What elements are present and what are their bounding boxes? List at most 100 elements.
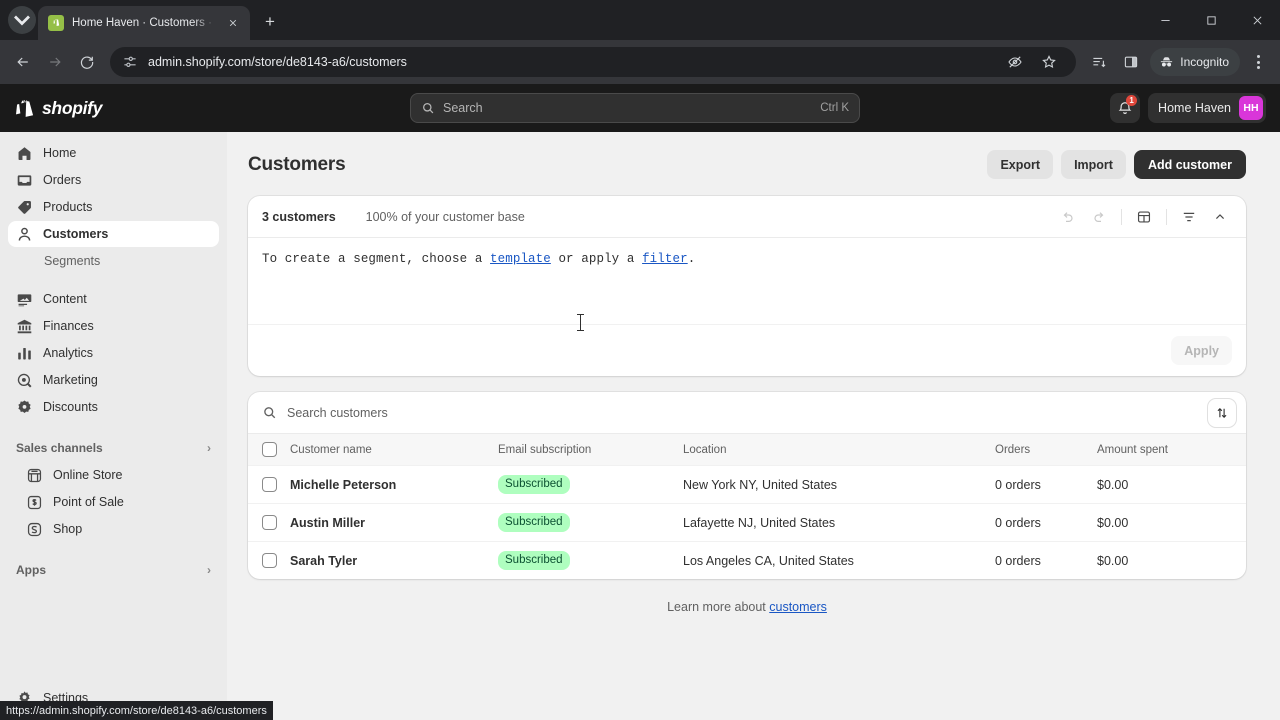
cell-location: New York NY, United States — [683, 465, 995, 504]
sidebar-item-label: Content — [43, 292, 87, 306]
shopify-topbar: shopify Search Ctrl K 1 Home Haven HH — [0, 84, 1280, 132]
chevron-right-icon[interactable]: › — [207, 563, 211, 577]
template-link[interactable]: template — [490, 252, 551, 266]
filter-icon[interactable] — [1175, 203, 1203, 231]
content-image-icon — [16, 291, 33, 308]
new-tab-button[interactable]: + — [256, 8, 284, 36]
notification-badge: 1 — [1126, 95, 1138, 106]
close-icon[interactable] — [224, 14, 242, 32]
sidebar-item-discounts[interactable]: Discounts — [8, 394, 219, 420]
row-checkbox[interactable] — [262, 515, 277, 530]
segment-editor-card: 3 customers 100% of your customer base T… — [248, 196, 1246, 376]
status-badge: Subscribed — [498, 513, 570, 532]
sidebar-section-label: Apps — [16, 563, 46, 577]
cell-orders: 0 orders — [995, 503, 1097, 542]
learn-more-text: Learn more about customers — [248, 600, 1246, 614]
table-row[interactable]: Sarah Tyler Subscribed Los Angeles CA, U… — [248, 541, 1246, 579]
cell-orders: 0 orders — [995, 541, 1097, 579]
cell-customer-name[interactable]: Michelle Peterson — [290, 465, 498, 504]
select-all-cell — [248, 434, 290, 466]
segment-query-editor[interactable]: To create a segment, choose a template o… — [248, 238, 1246, 331]
cell-customer-name[interactable]: Sarah Tyler — [290, 541, 498, 579]
notifications-button[interactable]: 1 — [1110, 93, 1141, 123]
sidebar-item-label: Customers — [43, 227, 109, 241]
sidebar-section-apps[interactable]: Apps › — [8, 556, 219, 584]
filter-link[interactable]: filter — [642, 252, 688, 266]
star-icon[interactable] — [1034, 47, 1064, 77]
row-select-cell — [248, 465, 290, 504]
minimize-icon[interactable] — [1142, 3, 1188, 37]
column-customer-name[interactable]: Customer name — [290, 434, 498, 466]
sidebar-item-marketing[interactable]: Marketing — [8, 367, 219, 393]
sidebar-item-shop[interactable]: Shop — [8, 516, 219, 542]
chevron-right-icon[interactable]: › — [207, 441, 211, 455]
sidebar-item-content[interactable]: Content — [8, 286, 219, 312]
sidebar-subitem-label: Segments — [44, 253, 101, 268]
learn-more-prefix: Learn more about — [667, 600, 770, 614]
eye-slash-icon[interactable] — [1000, 47, 1030, 77]
add-customer-button[interactable]: Add customer — [1133, 150, 1246, 179]
browser-tab[interactable]: Home Haven · Customers · Sho — [38, 6, 250, 40]
page-actions: Export Import Add customer — [987, 150, 1246, 179]
row-checkbox[interactable] — [262, 477, 277, 492]
tab-search-chevron-icon[interactable] — [8, 6, 36, 34]
incognito-spy-icon — [1161, 56, 1173, 66]
table-row[interactable]: Austin Miller Subscribed Lafayette NJ, U… — [248, 503, 1246, 542]
side-panel-icon[interactable] — [1116, 47, 1146, 77]
sidebar-item-point-of-sale[interactable]: Point of Sale — [8, 489, 219, 515]
sidebar-section-sales-channels[interactable]: Sales channels › — [8, 434, 219, 462]
sort-button[interactable] — [1208, 398, 1236, 427]
cell-customer-name[interactable]: Austin Miller — [290, 503, 498, 542]
chevron-up-icon[interactable] — [1206, 203, 1234, 231]
page-title: Customers — [248, 153, 346, 175]
kebab-menu-icon[interactable] — [1244, 48, 1272, 76]
tab-title: Home Haven · Customers · Sho — [72, 17, 216, 29]
row-checkbox[interactable] — [262, 553, 277, 568]
discount-badge-icon — [16, 399, 33, 416]
store-menu-button[interactable]: Home Haven HH — [1148, 93, 1266, 123]
query-suffix: . — [687, 252, 696, 266]
incognito-indicator[interactable]: Incognito — [1150, 48, 1240, 76]
search-customers-input[interactable]: Search customers — [287, 406, 1198, 420]
redo-icon[interactable] — [1085, 203, 1113, 231]
sidebar-item-orders[interactable]: Orders — [8, 167, 219, 193]
sidebar-item-products[interactable]: Products — [8, 194, 219, 220]
incognito-label: Incognito — [1180, 55, 1229, 69]
reload-icon[interactable] — [72, 47, 102, 77]
export-button[interactable]: Export — [987, 150, 1054, 179]
sidebar-item-label: Analytics — [43, 346, 94, 360]
sidebar-item-customers[interactable]: Customers — [8, 221, 219, 247]
column-amount-spent[interactable]: Amount spent — [1097, 434, 1246, 466]
cell-amount-spent: $0.00 — [1097, 465, 1246, 504]
reading-list-icon[interactable] — [1084, 47, 1114, 77]
orders-inbox-icon — [16, 172, 33, 189]
template-layout-icon[interactable] — [1130, 203, 1158, 231]
segment-customer-count: 3 customers — [262, 209, 336, 224]
global-search-input[interactable]: Search Ctrl K — [410, 93, 860, 123]
shopify-logo[interactable]: shopify — [14, 97, 102, 120]
window-close-icon[interactable] — [1234, 3, 1280, 37]
sidebar-item-analytics[interactable]: Analytics — [8, 340, 219, 366]
column-email-subscription[interactable]: Email subscription — [498, 434, 683, 466]
customers-help-link[interactable]: customers — [769, 600, 827, 614]
select-all-checkbox[interactable] — [262, 442, 277, 457]
maximize-icon[interactable] — [1188, 3, 1234, 37]
address-bar[interactable]: admin.shopify.com/store/de8143-a6/custom… — [110, 47, 1077, 77]
url-text: admin.shopify.com/store/de8143-a6/custom… — [148, 55, 407, 69]
forward-arrow-icon[interactable] — [40, 47, 70, 77]
import-button[interactable]: Import — [1061, 150, 1126, 179]
back-arrow-icon[interactable] — [8, 47, 38, 77]
column-orders[interactable]: Orders — [995, 434, 1097, 466]
table-row[interactable]: Michelle Peterson Subscribed New York NY… — [248, 465, 1246, 504]
status-badge: Subscribed — [498, 475, 570, 494]
sidebar-item-online-store[interactable]: Online Store — [8, 462, 219, 488]
sidebar-item-home[interactable]: Home — [8, 140, 219, 166]
page-settings-icon[interactable] — [122, 54, 138, 70]
sidebar-item-finances[interactable]: Finances — [8, 313, 219, 339]
cell-email-subscription: Subscribed — [498, 541, 683, 579]
undo-icon[interactable] — [1054, 203, 1082, 231]
apply-button[interactable]: Apply — [1171, 336, 1232, 365]
sidebar-item-segments[interactable]: Segments — [8, 248, 219, 273]
column-location[interactable]: Location — [683, 434, 995, 466]
text-cursor — [577, 314, 584, 331]
